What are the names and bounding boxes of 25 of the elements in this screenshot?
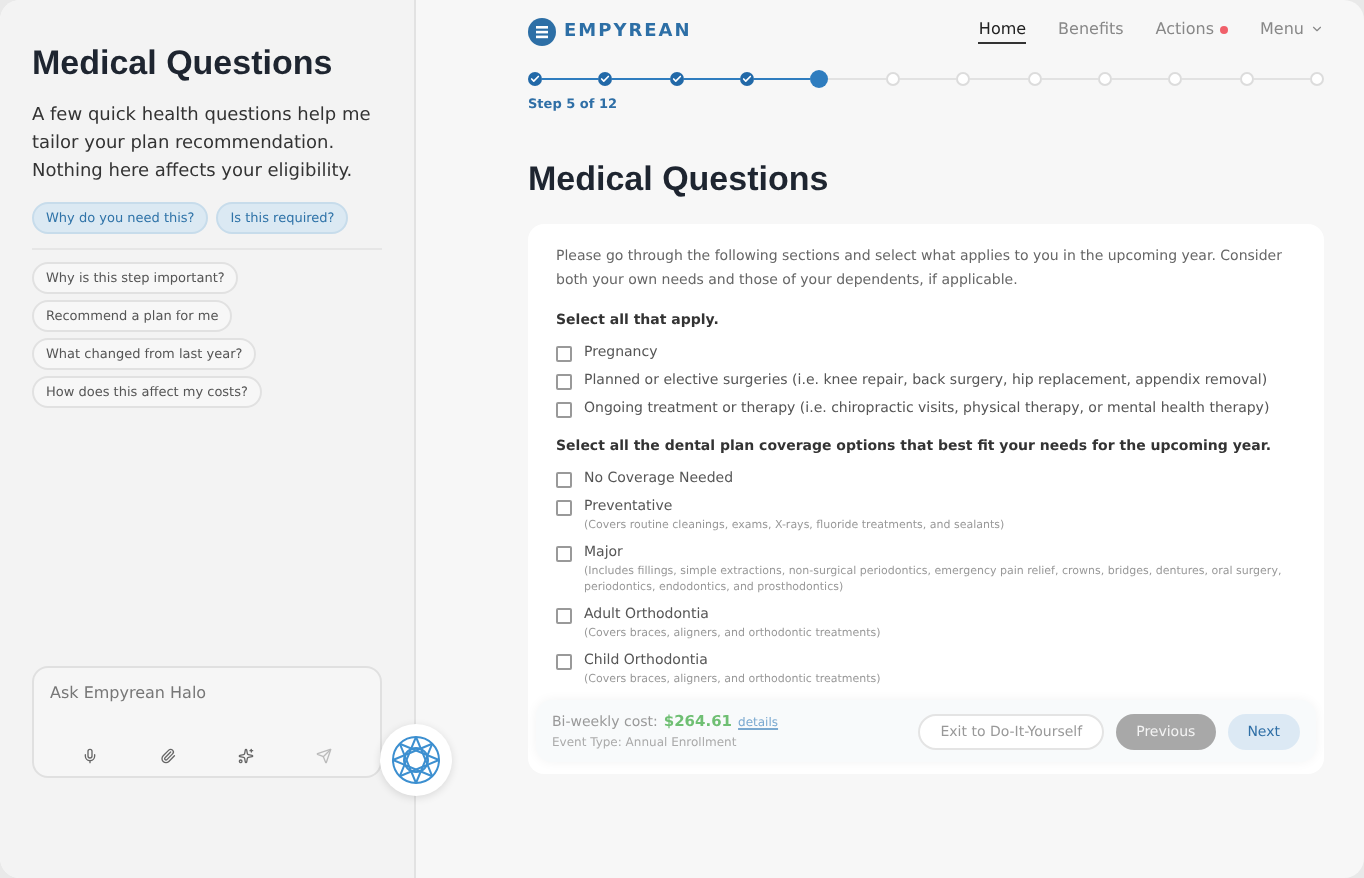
halo-button[interactable] xyxy=(380,724,452,796)
halo-logo-icon[interactable] xyxy=(390,734,442,786)
sidebar-intro: A few quick health questions help me tailor your plan recommendation. Nothing here affects your eligibility. xyxy=(32,104,373,186)
checkbox[interactable] xyxy=(556,472,572,488)
chevron-icon xyxy=(1310,22,1324,36)
checkbox[interactable] xyxy=(556,546,572,562)
send-icon[interactable] xyxy=(316,748,333,764)
nav-link[interactable]: Menu xyxy=(1260,20,1324,44)
checkbox[interactable] xyxy=(556,374,572,390)
checkbox[interactable] xyxy=(556,654,572,670)
checkbox[interactable] xyxy=(556,608,572,624)
nav-link[interactable]: Home xyxy=(978,20,1027,44)
logo-text: EMPYREAN xyxy=(564,22,692,42)
checkbox[interactable] xyxy=(556,500,572,516)
checkbox[interactable] xyxy=(556,346,572,362)
checkbox[interactable] xyxy=(556,402,572,418)
nav-link[interactable]: Benefits xyxy=(1058,20,1124,44)
nav-link[interactable]: Actions xyxy=(1155,20,1229,44)
microphone-icon[interactable] xyxy=(81,748,98,764)
page-title: Medical Questions xyxy=(528,160,831,200)
logo-icon xyxy=(528,18,556,46)
sparkle-icon[interactable] xyxy=(238,748,255,764)
paperclip-icon[interactable] xyxy=(159,748,176,764)
ask-input-field[interactable]: Ask Empyrean Halo xyxy=(50,684,364,702)
sidebar-title: Medical Questions xyxy=(32,44,335,84)
